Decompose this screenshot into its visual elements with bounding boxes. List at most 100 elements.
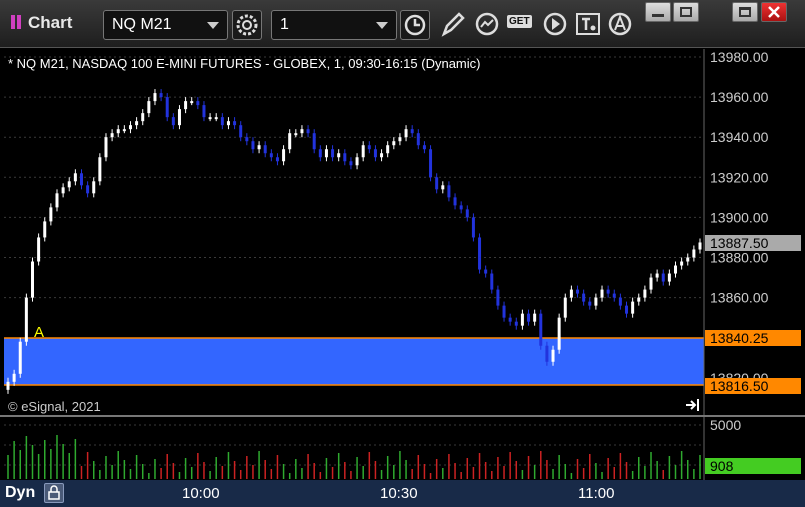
- symbol-selector[interactable]: NQ M21: [103, 10, 228, 40]
- symbol-value: NQ M21: [112, 16, 172, 33]
- candle-body: [447, 185, 451, 198]
- zone-top-label: 13840.25: [710, 330, 769, 346]
- candle-body: [79, 173, 83, 186]
- mode-label[interactable]: Dyn: [5, 484, 35, 502]
- candle-body: [153, 93, 157, 102]
- candle-body: [177, 109, 181, 126]
- candle-body: [226, 121, 230, 126]
- candle-body: [643, 289, 647, 298]
- candle-body: [582, 293, 586, 302]
- close-button[interactable]: [761, 2, 787, 22]
- candle-body: [86, 185, 90, 194]
- get-icon[interactable]: GET: [506, 13, 536, 37]
- time-label-11-00: 11:00: [578, 485, 615, 502]
- lock-icon[interactable]: [44, 483, 64, 503]
- candle-body: [539, 313, 543, 346]
- candle-body: [667, 273, 671, 282]
- candle-body: [416, 133, 420, 146]
- candle-body: [545, 345, 549, 362]
- candle-body: [214, 117, 218, 120]
- alert-icon[interactable]: [605, 8, 635, 40]
- volume-axis-label: 5000: [710, 417, 741, 433]
- settings-icon: [236, 14, 258, 36]
- app-title: Chart: [28, 13, 73, 32]
- chevron-down-icon[interactable]: [207, 22, 219, 29]
- time-button[interactable]: [400, 10, 430, 40]
- marker-label[interactable]: A: [34, 324, 44, 341]
- candle-body: [674, 265, 678, 274]
- candle-body: [122, 129, 126, 132]
- candle-body: [306, 129, 310, 134]
- candle-body: [453, 197, 457, 206]
- candle-body: [263, 145, 267, 154]
- candle-body: [588, 301, 592, 306]
- candle-body: [141, 113, 145, 122]
- candle-body: [147, 101, 151, 114]
- candle-body: [245, 137, 249, 142]
- text-tool-icon[interactable]: [573, 8, 603, 40]
- pencil-icon[interactable]: [438, 8, 468, 40]
- get-label: GET: [507, 15, 532, 28]
- candle-body: [251, 141, 255, 150]
- candle-body: [67, 181, 71, 188]
- candle-body: [73, 173, 77, 182]
- candle-body: [386, 145, 390, 154]
- candle-body: [520, 313, 524, 326]
- volume-last-label: 908: [710, 458, 734, 474]
- price-tick-label: 13920.00: [710, 169, 769, 185]
- candle-body: [202, 105, 206, 118]
- candle-body: [478, 237, 482, 270]
- candle-body: [49, 207, 53, 222]
- candle-body: [12, 373, 16, 382]
- candle-body: [116, 129, 120, 134]
- candle-body: [288, 133, 292, 150]
- candle-body: [459, 205, 463, 210]
- candle-body: [220, 117, 224, 126]
- candle-body: [680, 261, 684, 266]
- candle-body: [600, 289, 604, 298]
- play-icon[interactable]: [540, 8, 570, 40]
- interval-selector[interactable]: 1: [271, 10, 397, 40]
- candle-body: [686, 257, 690, 262]
- candle-body: [441, 185, 445, 190]
- candle-body: [612, 293, 616, 298]
- chart-header: * NQ M21, NASDAQ 100 E-MINI FUTURES - GL…: [8, 56, 480, 71]
- settings-button[interactable]: [232, 10, 262, 40]
- candle-body: [410, 129, 414, 134]
- price-tick-label: 13960.00: [710, 89, 769, 105]
- candle-body: [496, 289, 500, 306]
- candle-body: [61, 187, 65, 194]
- study-icon[interactable]: [472, 8, 502, 40]
- price-tick-label: 13860.00: [710, 290, 769, 306]
- candle-body: [239, 125, 243, 138]
- zone-bottom-label: 13816.50: [710, 378, 769, 394]
- candle-body: [422, 145, 426, 150]
- price-chart[interactable]: * NQ M21, NASDAQ 100 E-MINI FUTURES - GL…: [0, 49, 805, 507]
- candle-body: [435, 177, 439, 190]
- candle-body: [110, 133, 114, 138]
- candle-body: [471, 217, 475, 238]
- time-label-10-30: 10:30: [380, 485, 418, 502]
- chevron-down-icon[interactable]: [376, 22, 388, 29]
- candle-body: [30, 261, 34, 298]
- candle-body: [233, 121, 237, 126]
- expand-icon[interactable]: [686, 399, 699, 411]
- restore-button[interactable]: [673, 2, 699, 22]
- interval-value: 1: [280, 16, 289, 33]
- candle-body: [159, 93, 163, 98]
- time-axis-bar[interactable]: Dyn 10:00 10:30 11:00: [0, 480, 805, 507]
- candle-body: [190, 101, 194, 104]
- minimize-button[interactable]: [645, 2, 671, 22]
- candle-body: [6, 381, 10, 390]
- candle-body: [171, 117, 175, 126]
- candle-body: [649, 277, 653, 290]
- candle-body: [24, 297, 28, 342]
- candle-body: [282, 149, 286, 162]
- maximize-button[interactable]: [732, 2, 758, 22]
- candle-body: [55, 193, 59, 208]
- candle-body: [533, 313, 537, 322]
- close-icon: [768, 6, 780, 18]
- shaded-zone: [4, 338, 704, 385]
- volume-bars: [7, 435, 701, 479]
- candle-body: [557, 317, 561, 350]
